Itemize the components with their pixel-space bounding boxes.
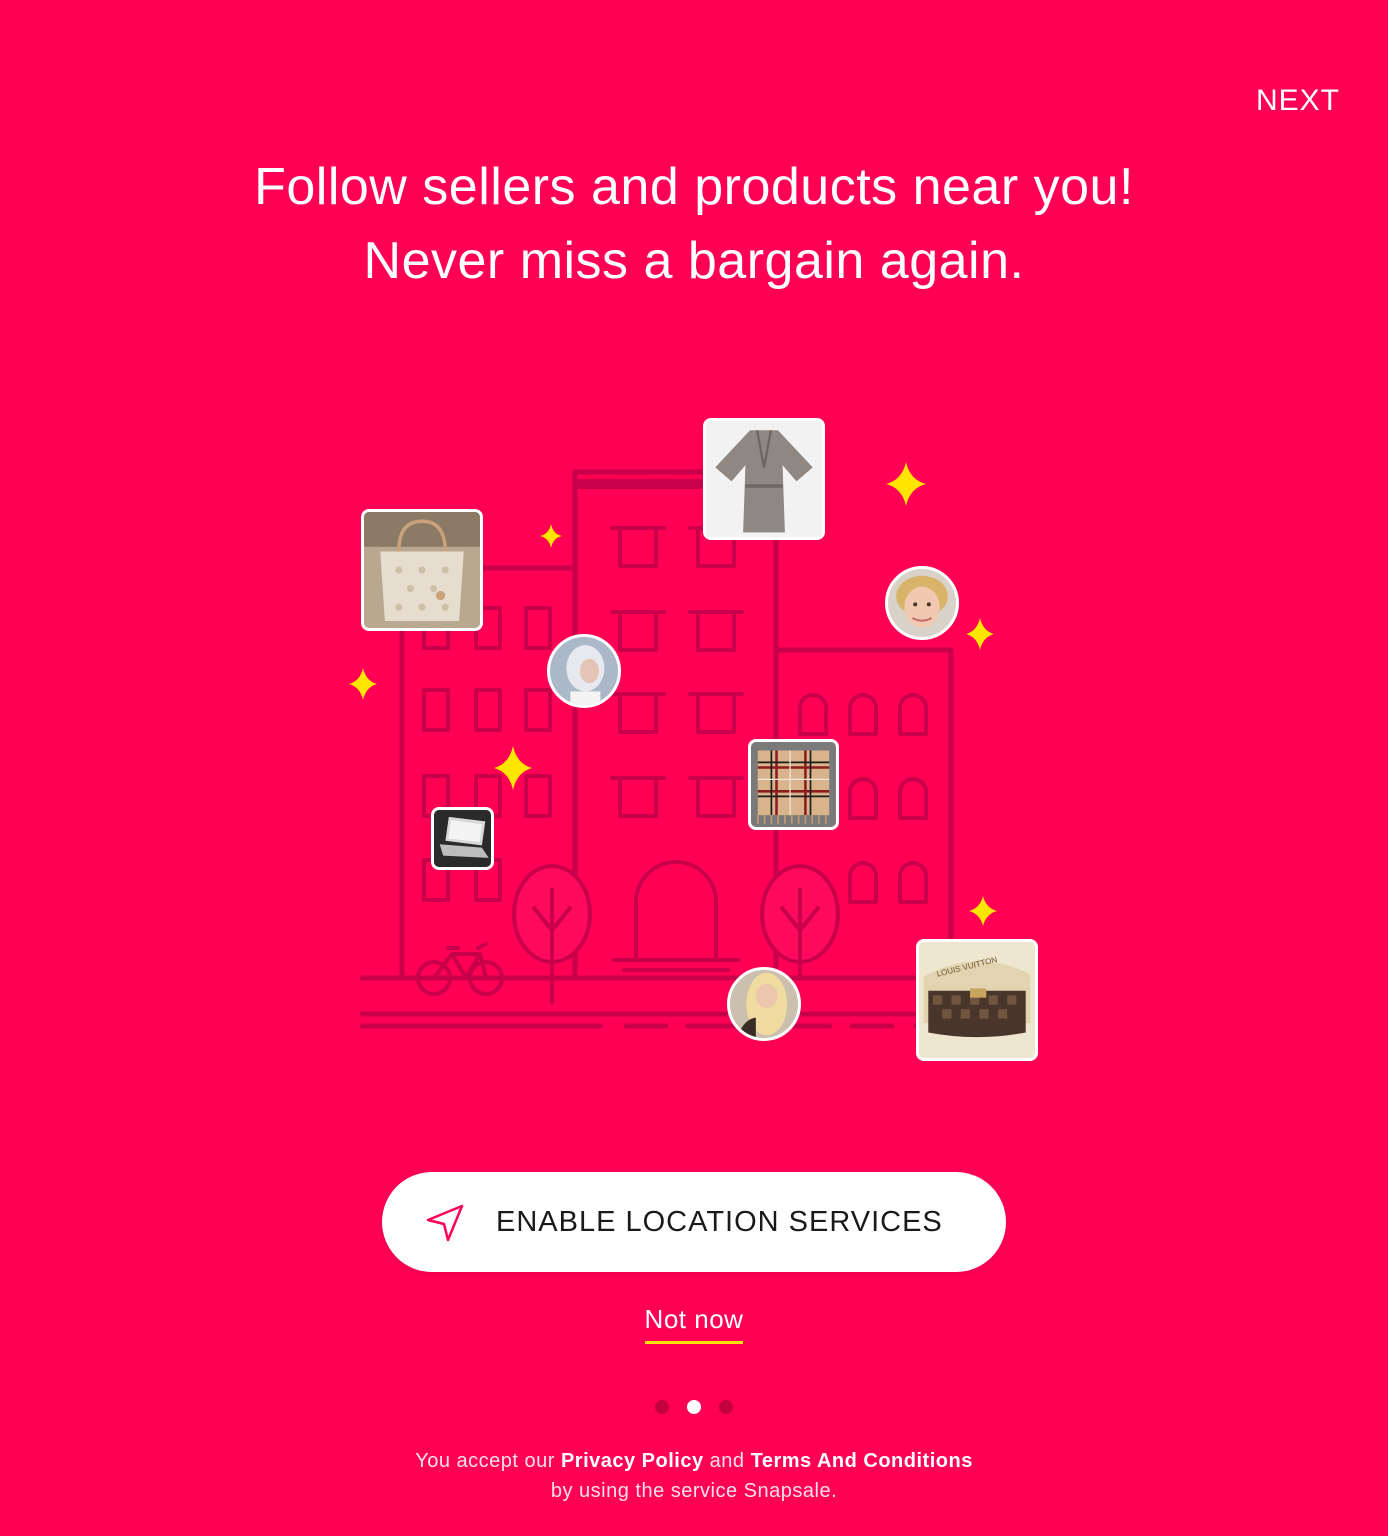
avatar-person-icon (888, 569, 956, 637)
robe-icon (706, 421, 822, 537)
legal-prefix: You accept our (415, 1450, 561, 1472)
legal-and: and (703, 1450, 751, 1472)
privacy-policy-link[interactable]: Privacy Policy (561, 1450, 704, 1472)
monogram-handbag-icon: LOUIS VUITTON (919, 942, 1035, 1058)
product-robe[interactable] (703, 418, 825, 540)
legal-line-2: by using the service Snapsale. (550, 1480, 838, 1502)
headline-line-2: Never miss a bargain again. (363, 232, 1025, 290)
page-dot-2-active[interactable] (687, 1400, 701, 1414)
headline: Follow sellers and products near you! Ne… (0, 150, 1388, 298)
legal-footer: You accept our Privacy Policy and Terms … (0, 1446, 1388, 1506)
not-now-link[interactable]: Not now (644, 1304, 744, 1344)
page-indicator (0, 1400, 1388, 1414)
headline-line-1: Follow sellers and products near you! (254, 158, 1134, 216)
enable-location-services-label: ENABLE LOCATION SERVICES (496, 1205, 943, 1238)
seller-avatar-1[interactable] (547, 634, 621, 708)
next-button[interactable]: NEXT (1256, 84, 1340, 118)
tote-bag-icon (364, 512, 480, 628)
legal-line-1: You accept our Privacy Policy and Terms … (0, 1446, 1388, 1476)
page-dot-1[interactable] (655, 1400, 669, 1414)
avatar-person-icon (730, 970, 798, 1038)
product-handbag[interactable]: LOUIS VUITTON (916, 939, 1038, 1061)
not-now-container: Not now (0, 1304, 1388, 1344)
avatar-person-icon (550, 637, 618, 705)
laptop-icon (434, 810, 491, 867)
plaid-scarf-icon (751, 742, 836, 827)
seller-avatar-2[interactable] (885, 566, 959, 640)
product-tote-bag[interactable] (361, 509, 483, 631)
location-arrow-icon (426, 1204, 464, 1242)
enable-location-services-button[interactable]: ENABLE LOCATION SERVICES (382, 1172, 1006, 1272)
product-laptop[interactable] (431, 807, 494, 870)
product-scarf[interactable] (748, 739, 839, 830)
seller-avatar-3[interactable] (727, 967, 801, 1041)
terms-link[interactable]: Terms And Conditions (751, 1450, 973, 1472)
page-dot-3[interactable] (719, 1400, 733, 1414)
